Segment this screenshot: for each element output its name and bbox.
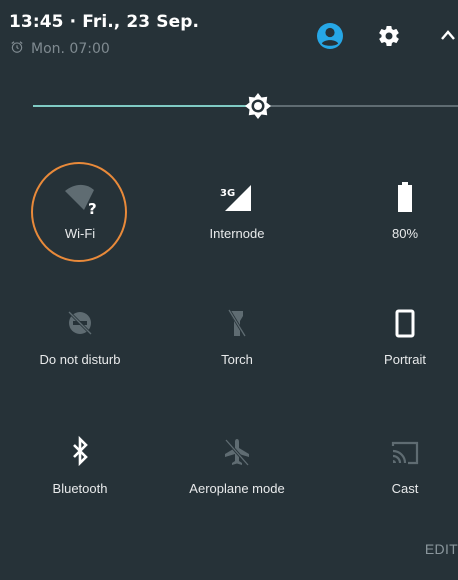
brightness-slider-track[interactable] bbox=[258, 105, 458, 107]
user-icon[interactable] bbox=[316, 22, 344, 50]
do-not-disturb-icon bbox=[60, 306, 100, 346]
alarm-time: Mon. 07:00 bbox=[31, 41, 110, 57]
settings-gear-icon[interactable] bbox=[377, 24, 401, 48]
tile-battery[interactable]: 80% bbox=[325, 180, 458, 280]
brightness-sun-icon bbox=[245, 93, 271, 119]
collapse-chevron-up-icon[interactable] bbox=[440, 28, 456, 42]
bluetooth-icon bbox=[60, 435, 100, 475]
tile-bluetooth[interactable]: Bluetooth bbox=[0, 435, 160, 535]
tile-torch[interactable]: Torch bbox=[157, 306, 317, 406]
mobile-signal-3g-icon: 3G bbox=[217, 180, 257, 220]
tile-mobile-data[interactable]: 3G Internode bbox=[157, 180, 317, 280]
tile-auto-rotate[interactable]: Portrait bbox=[325, 306, 458, 406]
tile-cast[interactable]: Cast bbox=[325, 435, 458, 535]
cast-icon bbox=[385, 435, 425, 475]
tile-label-aeroplane: Aeroplane mode bbox=[189, 481, 285, 496]
tile-label-bluetooth: Bluetooth bbox=[52, 481, 108, 496]
tile-label-portrait: Portrait bbox=[384, 352, 426, 367]
next-alarm[interactable]: Mon. 07:00 bbox=[10, 40, 110, 58]
tile-label-dnd: Do not disturb bbox=[39, 352, 121, 367]
brightness-slider-thumb[interactable] bbox=[244, 92, 272, 120]
aeroplane-off-icon bbox=[217, 435, 257, 475]
battery-icon bbox=[385, 180, 425, 220]
tile-aeroplane-mode[interactable]: Aeroplane mode bbox=[157, 435, 317, 535]
tile-label-cast: Cast bbox=[391, 481, 419, 496]
edit-button[interactable]: EDIT bbox=[425, 541, 458, 557]
brightness-slider-track-filled[interactable] bbox=[33, 105, 258, 107]
tile-label-battery: 80% bbox=[391, 226, 419, 241]
torch-off-icon bbox=[217, 306, 257, 346]
tile-do-not-disturb[interactable]: Do not disturb bbox=[0, 306, 160, 406]
tile-label-mobile: Internode bbox=[209, 226, 265, 241]
alarm-clock-icon bbox=[10, 40, 24, 58]
network-type-badge: 3G bbox=[220, 188, 235, 199]
portrait-rotation-icon bbox=[385, 306, 425, 346]
time-date: 13:45 · Fri., 23 Sep. bbox=[9, 12, 200, 32]
tile-label-torch: Torch bbox=[221, 352, 253, 367]
annotation-circle bbox=[31, 162, 127, 262]
